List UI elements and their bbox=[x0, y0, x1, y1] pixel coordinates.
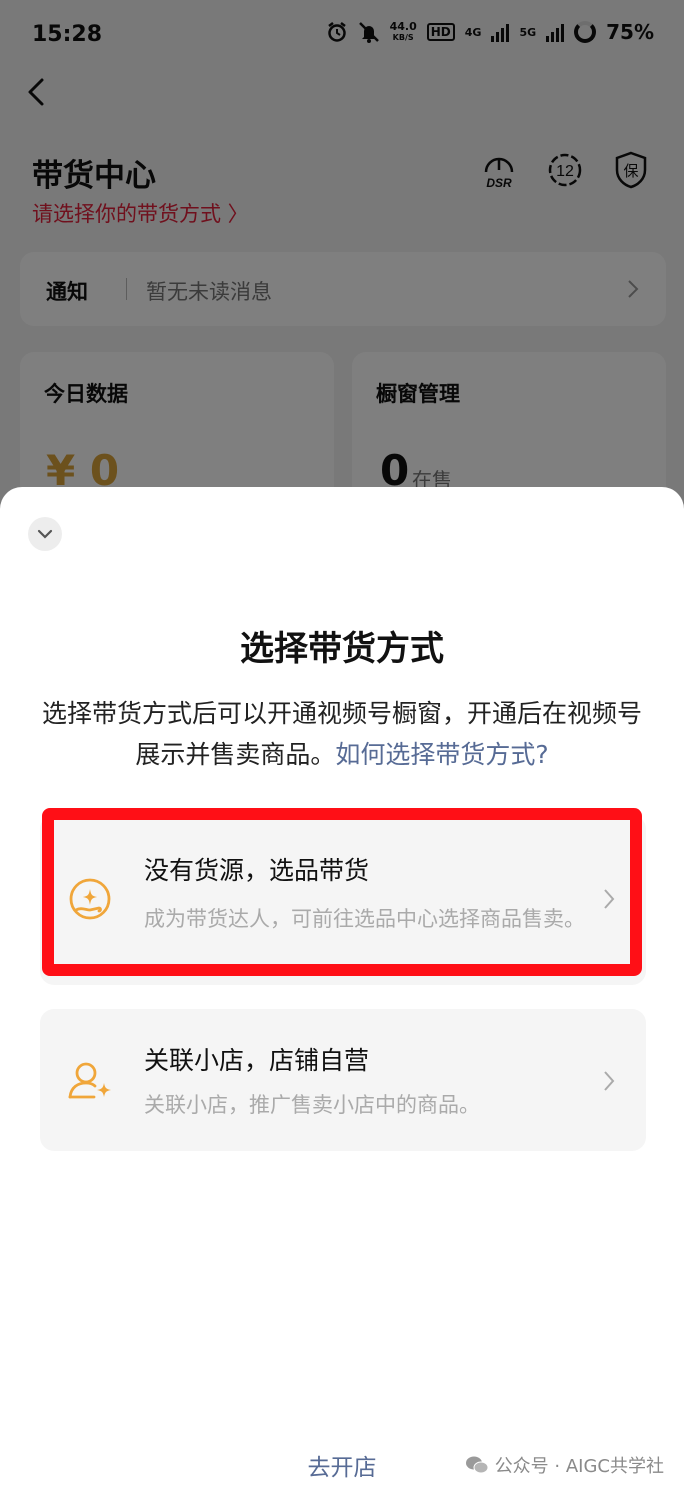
chevron-down-icon bbox=[37, 529, 53, 539]
option-description: 关联小店，推广售卖小店中的商品。 bbox=[144, 1093, 480, 1117]
option-title: 关联小店，店铺自营 bbox=[144, 1046, 370, 1075]
watermark-text: 公众号 · AIGC共学社 bbox=[494, 1456, 664, 1477]
option-description: 成为带货达人，可前往选品中心选择商品售卖。 bbox=[144, 907, 585, 931]
hand-sparkle-icon bbox=[69, 878, 111, 920]
option-title: 没有货源，选品带货 bbox=[144, 856, 370, 885]
how-to-choose-link[interactable]: 如何选择带货方式? bbox=[335, 740, 548, 769]
sheet-description: 选择带货方式后可以开通视频号橱窗，开通后在视频号展示并售卖商品。如何选择带货方式… bbox=[38, 693, 646, 775]
watermark: 公众号 · AIGC共学社 bbox=[465, 1452, 664, 1478]
user-sparkle-icon bbox=[68, 1062, 111, 1099]
option-select-products[interactable]: 没有货源，选品带货 成为带货达人，可前往选品中心选择商品售卖。 bbox=[40, 815, 646, 985]
chevron-right-icon bbox=[604, 889, 615, 909]
method-sheet: 选择带货方式 选择带货方式后可以开通视频号橱窗，开通后在视频号展示并售卖商品。如… bbox=[0, 487, 684, 1490]
wechat-icon bbox=[465, 1456, 489, 1474]
option-link-shop[interactable]: 关联小店，店铺自营 关联小店，推广售卖小店中的商品。 bbox=[40, 1009, 646, 1151]
sheet-title: 选择带货方式 bbox=[240, 629, 444, 669]
collapse-button[interactable] bbox=[28, 517, 62, 551]
chevron-right-icon bbox=[604, 1071, 615, 1091]
